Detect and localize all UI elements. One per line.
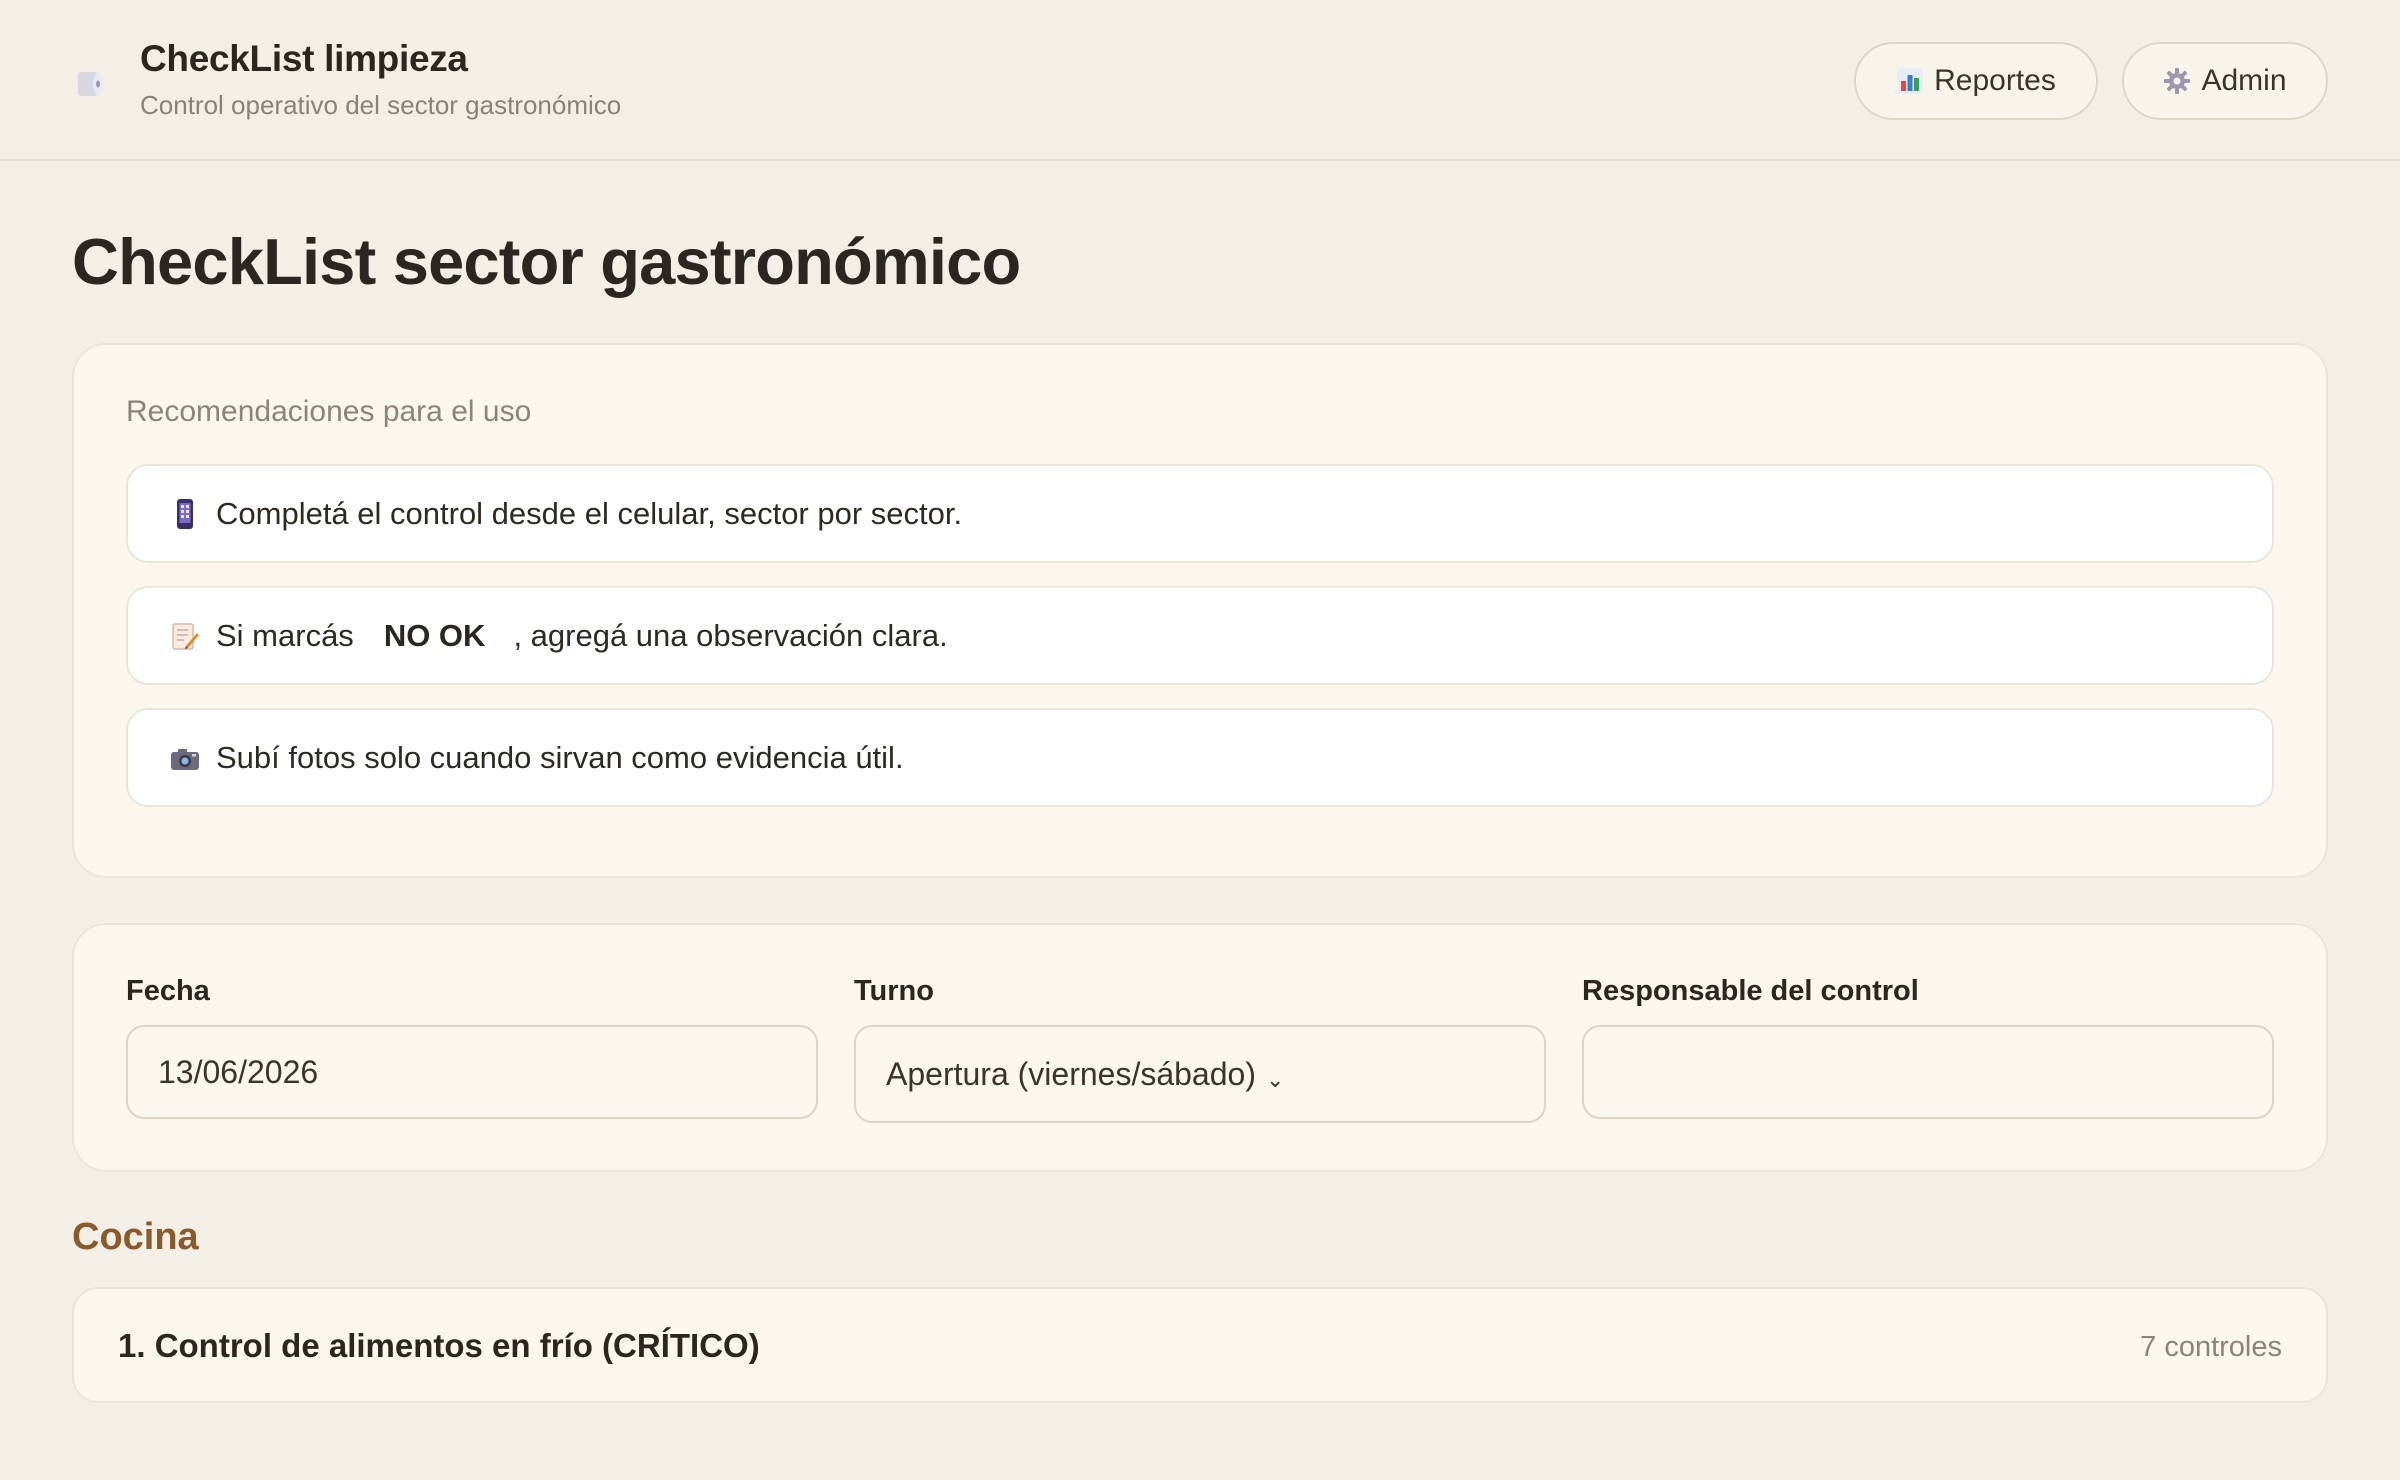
app-title: CheckList limpieza — [140, 38, 468, 79]
checklist-group[interactable]: 1. Control de alimentos en frío (CRÍTICO… — [72, 1287, 2328, 1403]
bar-chart-icon — [1896, 67, 1924, 95]
recommendations-heading: Recomendaciones para el uso — [126, 395, 532, 428]
recommendation-text-before: Si marcás — [216, 617, 354, 653]
recommendation-text: Subí fotos solo cuando sirvan como evide… — [216, 739, 904, 775]
memo-icon — [170, 620, 200, 652]
turno-select[interactable]: Apertura (viernes/sábado) ⌄ — [854, 1025, 1546, 1123]
recommendation-text: Completá el control desde el celular, se… — [216, 495, 963, 531]
recommendations-card: Recomendaciones para el uso Completá el … — [72, 343, 2328, 878]
mobile-phone-icon — [170, 498, 200, 530]
gear-icon — [2163, 67, 2191, 95]
fecha-value: 13/06/2026 — [158, 1053, 319, 1090]
no-ok-label: NO OK — [383, 617, 486, 653]
recommendation-item: Subí fotos solo cuando sirvan como evide… — [126, 708, 2274, 807]
responsable-label: Responsable del control — [1582, 975, 1919, 1007]
reportes-button[interactable]: Reportes — [1854, 42, 2098, 120]
checklist-group-title: 1. Control de alimentos en frío (CRÍTICO… — [118, 1327, 760, 1364]
recommendation-text-after: , agregá una observación clara. — [513, 617, 948, 653]
responsable-input[interactable] — [1582, 1025, 2274, 1119]
recommendation-item: Si marcás NO OK , agregá una observación… — [126, 586, 2274, 685]
admin-button[interactable]: Admin — [2122, 42, 2328, 120]
recommendation-item: Completá el control desde el celular, se… — [126, 464, 2274, 563]
page-title: CheckList sector gastronómico — [72, 225, 1021, 298]
admin-button-label: Admin — [2201, 64, 2287, 97]
fecha-label: Fecha — [126, 975, 210, 1007]
toilet-paper-icon — [76, 66, 106, 100]
camera-icon — [170, 742, 200, 774]
checklist-group-count: 7 controles — [2140, 1331, 2282, 1363]
fecha-input[interactable]: 13/06/2026 — [126, 1025, 818, 1119]
top-header: CheckList limpieza Control operativo del… — [0, 0, 2400, 161]
reportes-button-label: Reportes — [1934, 64, 2056, 97]
turno-value: Apertura (viernes/sábado) — [886, 1055, 1256, 1092]
section-title-cocina: Cocina — [72, 1216, 199, 1258]
turno-label: Turno — [854, 975, 934, 1007]
chevron-down-icon: ⌄ — [1265, 1067, 1285, 1092]
app-subtitle: Control operativo del sector gastronómic… — [140, 90, 622, 120]
control-form-card: Fecha 13/06/2026 Turno Apertura (viernes… — [72, 923, 2328, 1172]
